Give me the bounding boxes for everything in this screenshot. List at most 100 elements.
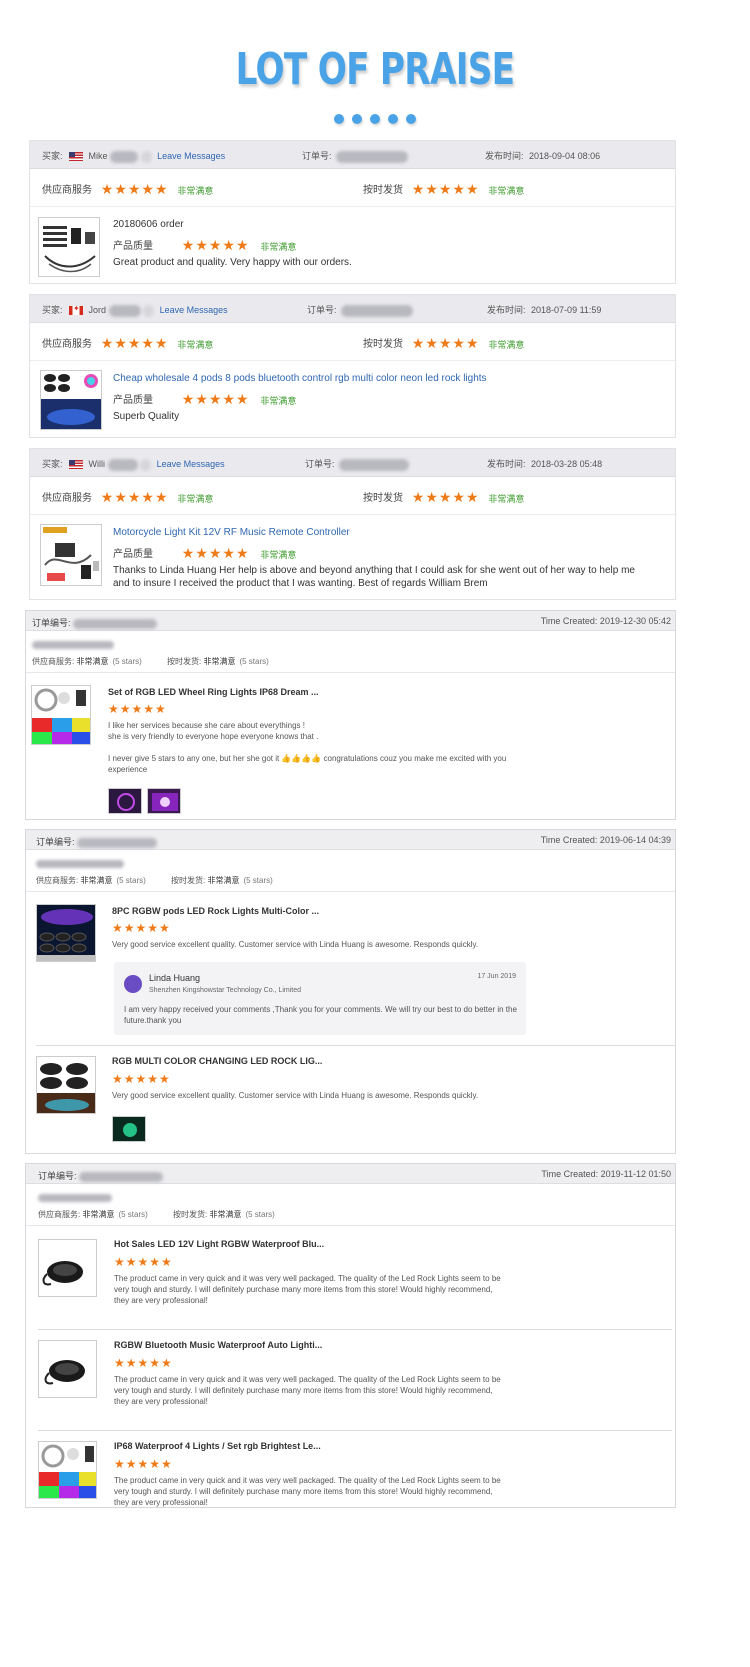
quality-label: 产品质量 — [113, 549, 153, 560]
quality-label: 产品质量 — [113, 395, 153, 406]
buyer-name: Willi — [88, 459, 106, 469]
order-no-label: 订单编号: — [32, 618, 71, 628]
avatar — [143, 304, 155, 317]
satisfaction-label: 非常满意 — [82, 1210, 115, 1219]
product-thumbnail[interactable] — [40, 524, 102, 586]
product-title: 20180606 order — [113, 219, 184, 230]
order-no-label: 订单编号: — [36, 837, 75, 847]
time-created: Time Created: 2019-06-14 04:39 — [540, 835, 671, 845]
review-photo-image — [152, 793, 178, 811]
product-thumbnail[interactable] — [38, 1239, 97, 1297]
star-rating-icon: ★★★★★ — [100, 182, 169, 199]
order-review-card: 订单编号: Time Created: 2019-06-14 04:39 供应商… — [25, 829, 676, 1154]
review-text: I like her services because she care abo… — [108, 721, 305, 730]
review-item: Hot Sales LED 12V Light RGBW Waterproof … — [26, 1227, 677, 1327]
satisfaction-label: 非常满意 — [260, 241, 297, 252]
service-rating: 供应商服务: 非常满意 (5 stars) — [36, 875, 146, 886]
review-photo[interactable] — [108, 788, 142, 814]
posted-info: 发布时间: 2018-09-04 08:06 — [485, 149, 600, 162]
satisfaction-label: 非常满意 — [488, 185, 525, 196]
bluetooth-rock-light-image — [39, 1341, 96, 1397]
leave-messages-link[interactable]: Leave Messages — [157, 459, 225, 469]
posted-time: 2018-07-09 11:59 — [531, 305, 602, 315]
dot-icon — [370, 114, 380, 124]
dot-icon — [406, 114, 416, 124]
review-text: she is very friendly to everyone hope ev… — [108, 732, 319, 741]
order-info: 订单号: — [305, 457, 410, 471]
star-rating-icon: ★★★★★ — [181, 546, 250, 563]
review-text: The product came in very quick and it wa… — [114, 1476, 501, 1507]
satisfaction-label: 非常满意 — [177, 493, 214, 504]
seller-company: Shenzhen Kingshowstar Technology Co., Li… — [149, 987, 302, 994]
rgb-rock-lights-image — [37, 1057, 95, 1113]
buyer-name: Jord — [88, 305, 107, 315]
review-text: Very good service excellent quality. Cus… — [112, 940, 479, 949]
product-name[interactable]: RGBW Bluetooth Music Waterproof Auto Lig… — [114, 1340, 322, 1350]
review-body: Motorcycle Light Kit 12V RF Music Remote… — [30, 515, 675, 601]
leave-messages-link[interactable]: Leave Messages — [157, 151, 225, 161]
posted-time: 2018-09-04 08:06 — [529, 151, 601, 161]
order-info: 订单号: — [307, 303, 414, 317]
order-review-card: 订单编号: Time Created: 2019-12-30 05:42 供应商… — [25, 610, 676, 820]
star-count: (5 stars) — [239, 657, 269, 666]
posted-label: 发布时间: — [487, 305, 526, 315]
review-header: 买家: Willi Leave Messages 订单号: 发布时间: 2018… — [30, 449, 675, 477]
product-title-link[interactable]: Cheap wholesale 4 pods 8 pods bluetooth … — [113, 373, 487, 384]
product-title-link[interactable]: Motorcycle Light Kit 12V RF Music Remote… — [113, 527, 350, 538]
service-rating: 供应商服务 ★★★★★ 非常满意 — [42, 181, 213, 197]
leave-messages-link[interactable]: Leave Messages — [160, 305, 228, 315]
product-thumbnail[interactable] — [38, 1441, 97, 1499]
star-count: (5 stars) — [245, 1210, 275, 1219]
redacted-buyer-name — [36, 860, 124, 868]
order-header: 订单编号: Time Created: 2019-11-12 01:50 — [26, 1164, 675, 1184]
product-thumbnail[interactable] — [36, 904, 96, 962]
order-label: 订单号: — [302, 151, 332, 161]
review-photo[interactable] — [147, 788, 181, 814]
star-rating-icon: ★★★★★ — [411, 336, 480, 353]
order-number: 订单编号: — [38, 1169, 164, 1182]
canada-flag-icon — [69, 304, 84, 316]
star-rating-icon: ★★★★★ — [112, 921, 171, 935]
review-text: Great product and quality. Very happy wi… — [113, 257, 352, 268]
product-thumbnail[interactable] — [38, 217, 100, 277]
review-item: IP68 Waterproof 4 Lights / Set rgb Brigh… — [26, 1429, 677, 1509]
redacted-order-number — [339, 458, 410, 471]
wheel-ring-lights-image — [32, 686, 90, 744]
order-label: 订单号: — [307, 305, 337, 315]
redacted-name — [107, 458, 138, 471]
product-thumbnail[interactable] — [31, 685, 91, 745]
satisfaction-label: 非常满意 — [260, 395, 297, 406]
product-name[interactable]: IP68 Waterproof 4 Lights / Set rgb Brigh… — [114, 1441, 321, 1451]
posted-label: 发布时间: — [485, 151, 524, 161]
service-rating: 供应商服务: 非常满意 (5 stars) — [38, 1209, 148, 1220]
delivery-label: 按时发货 — [363, 493, 403, 504]
review-photo[interactable] — [112, 1116, 146, 1142]
product-name[interactable]: RGB MULTI COLOR CHANGING LED ROCK LIG... — [112, 1056, 322, 1066]
product-thumbnail[interactable] — [38, 1340, 97, 1398]
posted-info: 发布时间: 2018-03-28 05:48 — [487, 457, 602, 470]
review-text: Thanks to Linda Huang Her help is above … — [113, 565, 635, 589]
product-name[interactable]: 8PC RGBW pods LED Rock Lights Multi-Colo… — [112, 906, 319, 916]
review-card: 买家: Mike Leave Messages 订单号: 发布时间: 2018-… — [29, 140, 676, 284]
satisfaction-label: 非常满意 — [177, 185, 214, 196]
satisfaction-label: 非常满意 — [488, 493, 525, 504]
product-thumbnail[interactable] — [36, 1056, 96, 1114]
dot-icon — [388, 114, 398, 124]
star-count: (5 stars) — [243, 876, 273, 885]
product-name[interactable]: Set of RGB LED Wheel Ring Lights IP68 Dr… — [108, 687, 319, 697]
service-rating: 供应商服务: 非常满意 (5 stars) — [32, 656, 142, 667]
buyer-info: 买家: Jord Leave Messages — [42, 303, 228, 317]
redacted-order-number — [79, 1171, 164, 1182]
buyer-name: Mike — [88, 151, 108, 161]
us-flag-icon — [69, 152, 84, 162]
rating-row: 供应商服务 ★★★★★ 非常满意 按时发货 ★★★★★ 非常满意 — [30, 477, 675, 515]
product-thumbnail[interactable] — [40, 370, 102, 430]
review-item: RGB MULTI COLOR CHANGING LED ROCK LIG...… — [26, 1046, 677, 1154]
product-name[interactable]: Hot Sales LED 12V Light RGBW Waterproof … — [114, 1239, 324, 1249]
satisfaction-label: 非常满意 — [203, 657, 236, 666]
star-rating-icon: ★★★★★ — [114, 1356, 173, 1370]
time-created: Time Created: 2019-11-12 01:50 — [541, 1169, 671, 1179]
review-text: The product came in very quick and it wa… — [114, 1274, 501, 1305]
star-rating-icon: ★★★★★ — [411, 490, 480, 507]
redacted-order-number — [341, 304, 414, 317]
